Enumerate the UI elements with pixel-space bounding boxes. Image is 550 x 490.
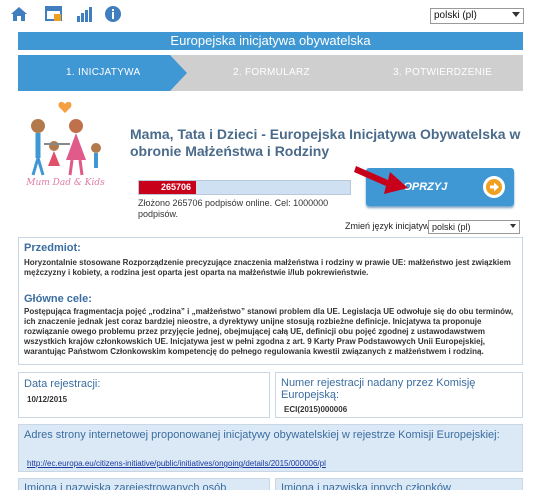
home-icon[interactable] — [10, 5, 28, 23]
initiative-language-select[interactable]: polski (pl) — [428, 220, 520, 234]
signature-progress-bar: 265706 — [138, 180, 351, 195]
step-initiative[interactable]: 1. INICJATYWA — [18, 55, 170, 91]
initiative-headline: Mama, Tata i Dzieci - Europejska Inicjat… — [130, 126, 521, 159]
info-icon[interactable] — [104, 5, 122, 23]
subject-text: Horyzontalnie stosowane Rozporządzenie p… — [24, 258, 511, 277]
step-confirmation[interactable]: 3. POTWIERDZENIE — [393, 55, 492, 91]
language-select-value: polski (pl) — [434, 10, 477, 21]
goals-text: Postępująca fragmentacja pojęć „rodzina”… — [24, 307, 514, 356]
register-url-heading: Adres strony internetowej proponowanej i… — [24, 429, 500, 441]
registration-number-value: ECI(2015)000006 — [284, 405, 348, 414]
edit-window-icon[interactable] — [45, 5, 63, 23]
red-arrow-icon — [354, 166, 408, 194]
subject-heading: Przedmiot: — [24, 242, 81, 254]
step-form[interactable]: 2. FORMULARZ — [233, 55, 310, 91]
register-url-link[interactable]: http://ec.europa.eu/citizens-initiative/… — [27, 459, 326, 468]
change-language-label: Zmień język inicjatywy: — [345, 221, 437, 231]
arrow-right-icon — [483, 176, 505, 198]
registered-persons-heading: Imiona i nazwiska zarejestrowanych osób — [24, 482, 227, 490]
signature-progress-info: Złożono 265706 podpisów online. Cel: 100… — [138, 198, 329, 219]
chevron-down-icon — [512, 12, 520, 17]
register-url-box: Adres strony internetowej proponowanej i… — [18, 424, 523, 472]
bar-chart-icon[interactable] — [75, 5, 93, 23]
initiative-logo — [31, 101, 101, 176]
language-select[interactable]: polski (pl) — [430, 8, 524, 24]
chevron-down-icon — [510, 224, 516, 228]
step-arrow — [170, 55, 187, 91]
registration-date-heading: Data rejestracji: — [24, 378, 101, 390]
initiative-description-box: Przedmiot: Horyzontalnie stosowane Rozpo… — [18, 237, 523, 365]
registration-number-box: Numer rejestracji nadany przez Komisję E… — [275, 372, 523, 418]
page-title: Europejska inicjatywa obywatelska — [18, 32, 523, 50]
registration-date-value: 10/12/2015 — [27, 395, 68, 404]
registered-persons-box: Imiona i nazwiska zarejestrowanych osób — [18, 478, 270, 490]
registration-number-heading: Numer rejestracji nadany przez Komisję E… — [281, 377, 476, 401]
registration-date-box: Data rejestracji: 10/12/2015 — [18, 372, 270, 418]
top-toolbar: polski (pl) — [0, 0, 550, 26]
logo-text: Mum Dad & Kids — [26, 178, 105, 188]
other-members-heading: Imiona i nazwiska innych członków — [281, 482, 451, 490]
other-members-box: Imiona i nazwiska innych członków — [275, 478, 523, 490]
signature-count: 265706 — [161, 182, 192, 192]
progress-steps: 1. INICJATYWA 2. FORMULARZ 3. POTWIERDZE… — [18, 55, 523, 91]
goals-heading: Główne cele: — [24, 293, 92, 305]
initiative-language-value: polski (pl) — [432, 222, 471, 232]
